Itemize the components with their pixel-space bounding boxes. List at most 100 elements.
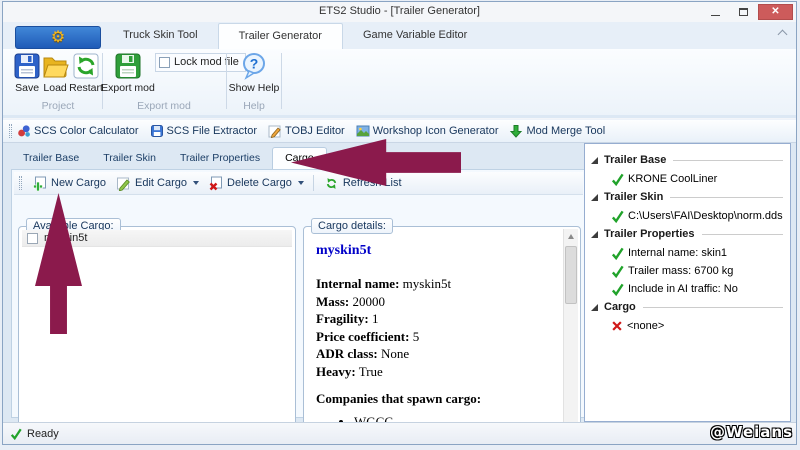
section-cargo[interactable]: Cargo <box>591 301 785 313</box>
expander-icon[interactable] <box>591 304 598 311</box>
workshop-icon-generator-label: Workshop Icon Generator <box>373 125 499 137</box>
delete-cargo-dropdown-icon[interactable] <box>298 181 304 185</box>
tab-trailer-properties[interactable]: Trailer Properties <box>168 148 272 170</box>
check-icon <box>611 283 624 296</box>
delete-cargo-icon <box>208 176 223 191</box>
mod-merge-tool-button[interactable]: Mod Merge Tool <box>509 124 605 138</box>
tab-trailer-base[interactable]: Trailer Base <box>11 148 91 170</box>
delete-cargo-button[interactable]: Delete Cargo <box>203 176 297 191</box>
detail-field: Price coefficient: 5 <box>316 328 558 346</box>
summary-item: Include in AI traffic: No <box>591 280 785 298</box>
summary-item: KRONE CoolLiner <box>591 170 785 188</box>
summary-item: C:\Users\FAI\Desktop\norm.dds <box>591 207 785 225</box>
quick-toolbar: SCS Color Calculator SCS File Extractor … <box>3 119 796 143</box>
save-label: Save <box>15 82 39 94</box>
app-window: ETS2 Studio - [Trailer Generator] ✕ ⚙ Tr… <box>2 1 797 445</box>
check-icon <box>611 247 624 260</box>
save-button[interactable]: Save <box>13 49 41 94</box>
load-label: Load <box>43 82 66 94</box>
window-title: ETS2 Studio - [Trailer Generator] <box>3 5 796 17</box>
image-icon <box>356 124 370 138</box>
details-scrollbar[interactable] <box>563 229 578 439</box>
tobj-editor-button[interactable]: TOBJ Editor <box>268 124 345 138</box>
summary-item: <none> <box>591 317 785 335</box>
close-button[interactable]: ✕ <box>758 4 793 20</box>
check-icon <box>611 265 624 278</box>
toolbar-grip[interactable] <box>9 124 12 138</box>
cargo-details-content: myskin5t Internal name: myskin5t Mass: 2… <box>306 229 562 439</box>
ribbon: Save Load Restart Project Export mod <box>3 49 796 118</box>
export-mod-label: Export mod <box>101 82 155 94</box>
ribbon-group-help: ? Show Help Help <box>227 49 281 113</box>
restart-refresh-icon <box>72 52 100 80</box>
group-label-export-mod: Export mod <box>103 100 225 112</box>
toolbar-separator <box>313 175 314 191</box>
maximize-button[interactable] <box>730 4 757 20</box>
mod-merge-tool-label: Mod Merge Tool <box>526 125 605 137</box>
new-cargo-button[interactable]: New Cargo <box>27 176 111 191</box>
export-mod-button[interactable]: Export mod <box>111 49 145 94</box>
ribbon-tab-trailer-generator[interactable]: Trailer Generator <box>218 23 343 49</box>
expander-icon[interactable] <box>591 157 598 164</box>
new-cargo-label: New Cargo <box>51 177 106 189</box>
new-cargo-icon <box>32 176 47 191</box>
ribbon-tab-truck-skin-tool[interactable]: Truck Skin Tool <box>103 23 218 49</box>
scrollbar-thumb[interactable] <box>565 246 577 304</box>
ribbon-group-export-mod: Export mod Lock mod file Export mod <box>103 49 225 113</box>
restart-label: Restart <box>69 82 103 94</box>
status-check-icon <box>10 428 22 440</box>
cross-icon <box>611 320 623 332</box>
save-floppy-icon <box>13 52 41 80</box>
checkbox-icon <box>159 57 170 68</box>
scs-file-extractor-label: SCS File Extractor <box>167 125 257 137</box>
toolbar-grip[interactable] <box>19 176 22 190</box>
load-button[interactable]: Load <box>41 49 69 94</box>
group-label-help: Help <box>227 100 281 112</box>
restart-button[interactable]: Restart <box>69 49 103 94</box>
summary-item: Trailer mass: 6700 kg <box>591 262 785 280</box>
summary-item: Internal name: skin1 <box>591 244 785 262</box>
scrollbar-up-icon[interactable] <box>564 229 578 244</box>
section-trailer-properties[interactable]: Trailer Properties <box>591 228 785 240</box>
section-trailer-skin[interactable]: Trailer Skin <box>591 191 785 203</box>
export-floppy-icon <box>114 52 142 80</box>
section-trailer-base[interactable]: Trailer Base <box>591 154 785 166</box>
expander-icon[interactable] <box>591 194 598 201</box>
help-icon: ? <box>240 52 268 80</box>
summary-panel: Trailer Base KRONE CoolLiner Trailer Ski… <box>584 143 791 422</box>
group-separator <box>281 53 282 109</box>
ribbon-collapse-icon[interactable] <box>778 30 788 40</box>
checkbox-icon[interactable] <box>27 233 38 244</box>
close-icon: ✕ <box>771 7 779 17</box>
detail-field: Internal name: myskin5t <box>316 275 558 293</box>
scs-file-extractor-button[interactable]: SCS File Extractor <box>150 124 257 138</box>
application-menu-button[interactable]: ⚙ <box>15 26 101 49</box>
cargo-name: myskin5t <box>316 243 558 259</box>
detail-field: Heavy: True <box>316 363 558 381</box>
show-help-label: Show Help <box>229 82 280 94</box>
ribbon-tab-game-variable-editor[interactable]: Game Variable Editor <box>343 23 487 49</box>
refresh-list-icon <box>324 176 339 191</box>
tab-trailer-skin[interactable]: Trailer Skin <box>91 148 168 170</box>
tobj-editor-label: TOBJ Editor <box>285 125 345 137</box>
maximize-icon <box>739 8 748 16</box>
scs-color-calculator-button[interactable]: SCS Color Calculator <box>17 124 139 138</box>
edit-cargo-dropdown-icon[interactable] <box>193 181 199 185</box>
title-bar: ETS2 Studio - [Trailer Generator] ✕ <box>3 2 796 22</box>
minimize-button[interactable] <box>702 4 729 20</box>
edit-cargo-button[interactable]: Edit Cargo <box>111 176 192 191</box>
page-tab-strip: Trailer Base Trailer Skin Trailer Proper… <box>11 146 327 170</box>
minimize-icon <box>711 15 720 16</box>
status-text: Ready <box>27 428 59 440</box>
cargo-toolbar: New Cargo Edit Cargo Delete Cargo Refres… <box>14 172 583 195</box>
pencil-icon <box>268 124 282 138</box>
workshop-icon-generator-button[interactable]: Workshop Icon Generator <box>356 124 499 138</box>
show-help-button[interactable]: ? Show Help <box>237 49 271 94</box>
cargo-page: New Cargo Edit Cargo Delete Cargo Refres… <box>11 169 586 418</box>
cargo-details-groupbox: Cargo details: myskin5t Internal name: m… <box>303 226 581 442</box>
edit-cargo-icon <box>116 176 131 191</box>
gear-icon: ⚙ <box>51 30 65 46</box>
detail-field: Mass: 20000 <box>316 293 558 311</box>
expander-icon[interactable] <box>591 231 598 238</box>
load-folder-icon <box>41 52 69 80</box>
